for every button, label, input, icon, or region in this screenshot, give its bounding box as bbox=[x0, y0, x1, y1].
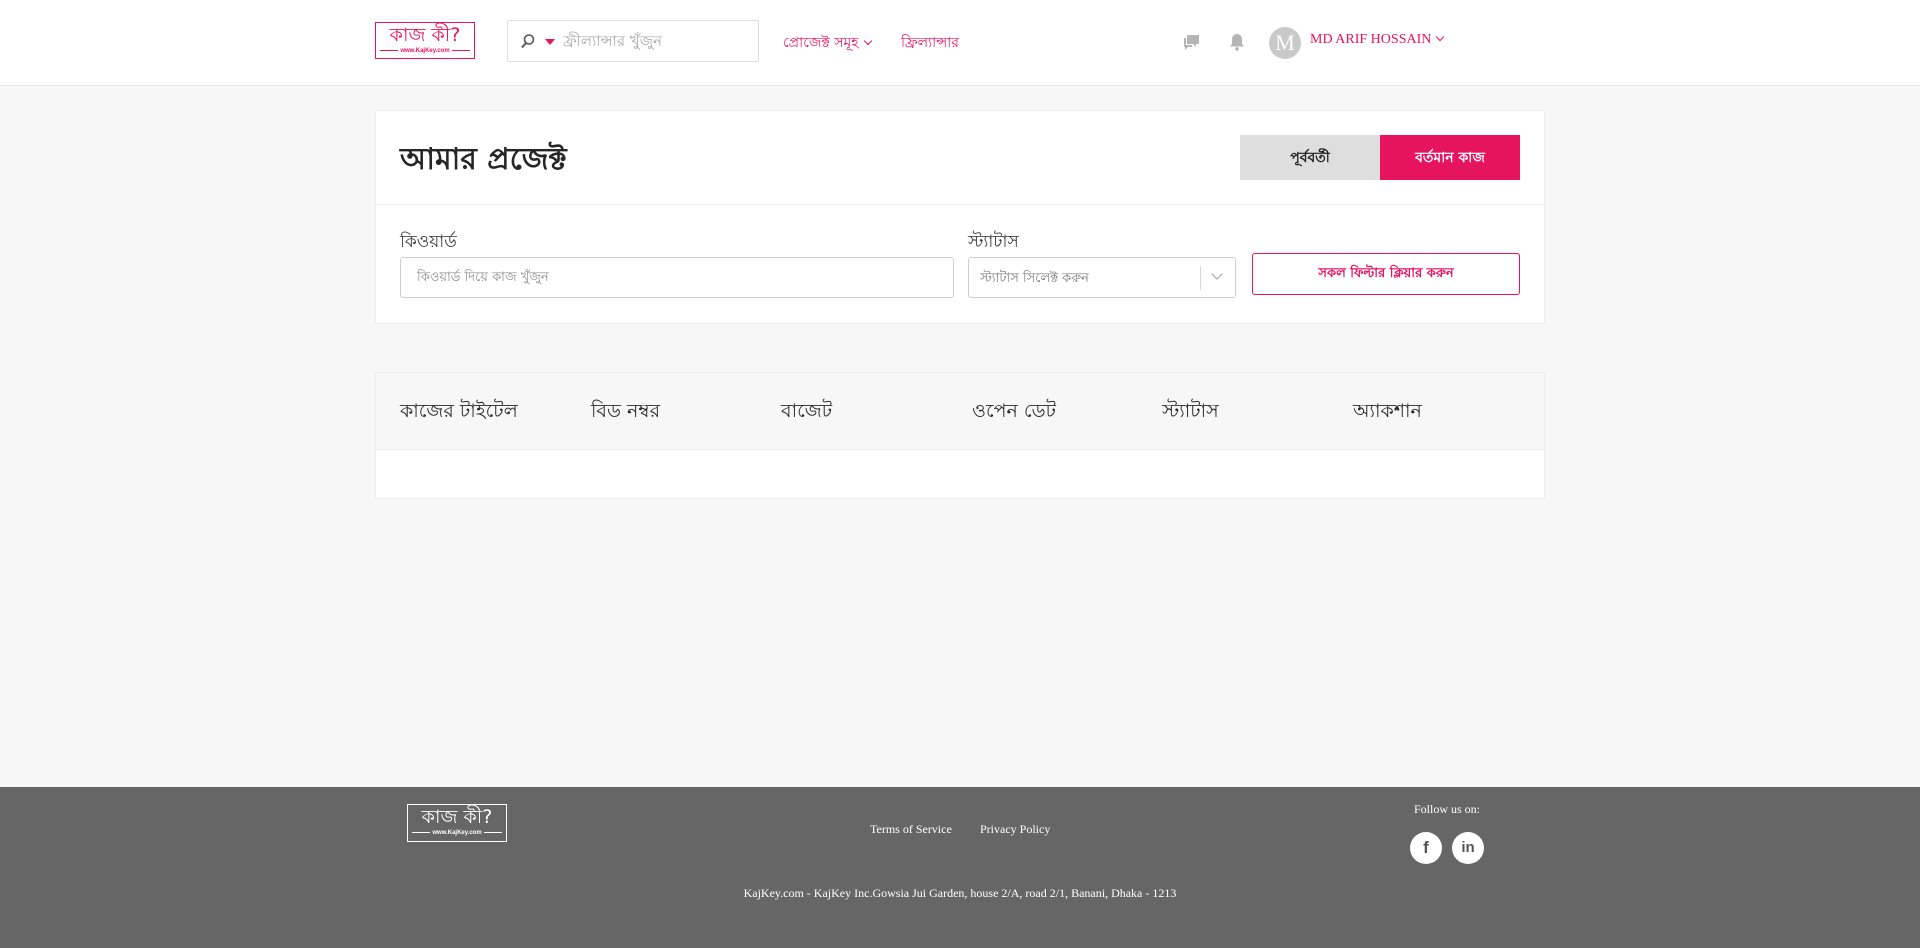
search-type-caret-icon[interactable] bbox=[545, 39, 555, 45]
chat-icon[interactable] bbox=[1183, 34, 1201, 50]
column-header-status: স্ট্যাটাস bbox=[1162, 400, 1219, 422]
company-address: KajKey.com - KajKey Inc.Gowsia Jui Garde… bbox=[743, 886, 1177, 900]
select-separator bbox=[1200, 266, 1201, 290]
divider bbox=[376, 204, 1544, 205]
column-header-title: কাজের টাইটেল bbox=[400, 400, 518, 422]
column-header-action: অ্যাকশান bbox=[1353, 400, 1422, 422]
nav-projects-label: প্রোজেক্ট সমূহ bbox=[783, 35, 859, 51]
logo-url: www.KajKey.com bbox=[376, 47, 474, 55]
chevron-down-icon bbox=[863, 36, 872, 46]
footer-logo-url: www.KajKey.com bbox=[408, 829, 506, 837]
freelancer-search-box bbox=[507, 20, 759, 62]
search-input[interactable] bbox=[563, 29, 748, 53]
previous-jobs-tab[interactable]: পূর্ববর্তী bbox=[1240, 135, 1380, 180]
column-header-budget: বাজেট bbox=[781, 400, 833, 422]
chevron-down-icon bbox=[1436, 32, 1445, 42]
page-title: আমার প্রজেক্ট bbox=[400, 142, 567, 177]
footer-logo-text: কাজ কী? bbox=[421, 806, 493, 828]
table-header: কাজের টাইটেল বিড নম্বর বাজেট ওপেন ডেট স্… bbox=[376, 373, 1544, 450]
site-logo[interactable]: কাজ কী? www.KajKey.com bbox=[375, 22, 475, 59]
keyword-input[interactable] bbox=[400, 257, 954, 298]
facebook-icon[interactable]: f bbox=[1410, 832, 1442, 864]
search-icon[interactable] bbox=[520, 33, 536, 49]
privacy-policy-link[interactable]: Privacy Policy bbox=[980, 822, 1050, 837]
logo-text: কাজ কী? bbox=[389, 24, 461, 46]
column-header-bid-number: বিড নম্বর bbox=[591, 400, 661, 422]
user-name: MD ARIF HOSSAIN bbox=[1310, 32, 1432, 47]
clear-filters-button[interactable]: সকল ফিল্টার ক্লিয়ার করুন bbox=[1252, 253, 1520, 295]
status-select-placeholder: স্ট্যাটাস সিলেক্ট করুন bbox=[980, 271, 1089, 286]
projects-filter-card: আমার প্রজেক্ট পূর্ববর্তী বর্তমান কাজ কিও… bbox=[375, 110, 1545, 324]
projects-table: কাজের টাইটেল বিড নম্বর বাজেট ওপেন ডেট স্… bbox=[375, 372, 1545, 499]
bell-icon[interactable] bbox=[1229, 33, 1245, 51]
column-header-open-date: ওপেন ডেট bbox=[972, 400, 1056, 422]
nav-projects-dropdown[interactable]: প্রোজেক্ট সমূহ bbox=[783, 31, 872, 55]
terms-of-service-link[interactable]: Terms of Service bbox=[870, 822, 952, 837]
footer-logo[interactable]: কাজ কী? www.KajKey.com bbox=[407, 804, 507, 842]
keyword-label: কিওয়ার্ড bbox=[400, 232, 457, 252]
avatar[interactable]: M bbox=[1269, 27, 1301, 59]
current-jobs-tab[interactable]: বর্তমান কাজ bbox=[1380, 135, 1520, 180]
status-select[interactable]: স্ট্যাটাস সিলেক্ট করুন bbox=[968, 257, 1236, 298]
user-menu[interactable]: MD ARIF HOSSAIN bbox=[1310, 32, 1445, 48]
top-navbar: কাজ কী? www.KajKey.com প্রোজেক্ট সমূহ ফ্… bbox=[0, 0, 1920, 86]
status-label: স্ট্যাটাস bbox=[968, 232, 1019, 252]
footer: কাজ কী? www.KajKey.com Terms of Service … bbox=[0, 787, 1920, 948]
linkedin-icon[interactable]: in bbox=[1452, 832, 1484, 864]
nav-freelancer-link[interactable]: ফ্রিল্যান্সার bbox=[901, 31, 959, 55]
follow-us-label: Follow us on: bbox=[1414, 802, 1481, 816]
chevron-down-icon[interactable] bbox=[1211, 268, 1223, 280]
